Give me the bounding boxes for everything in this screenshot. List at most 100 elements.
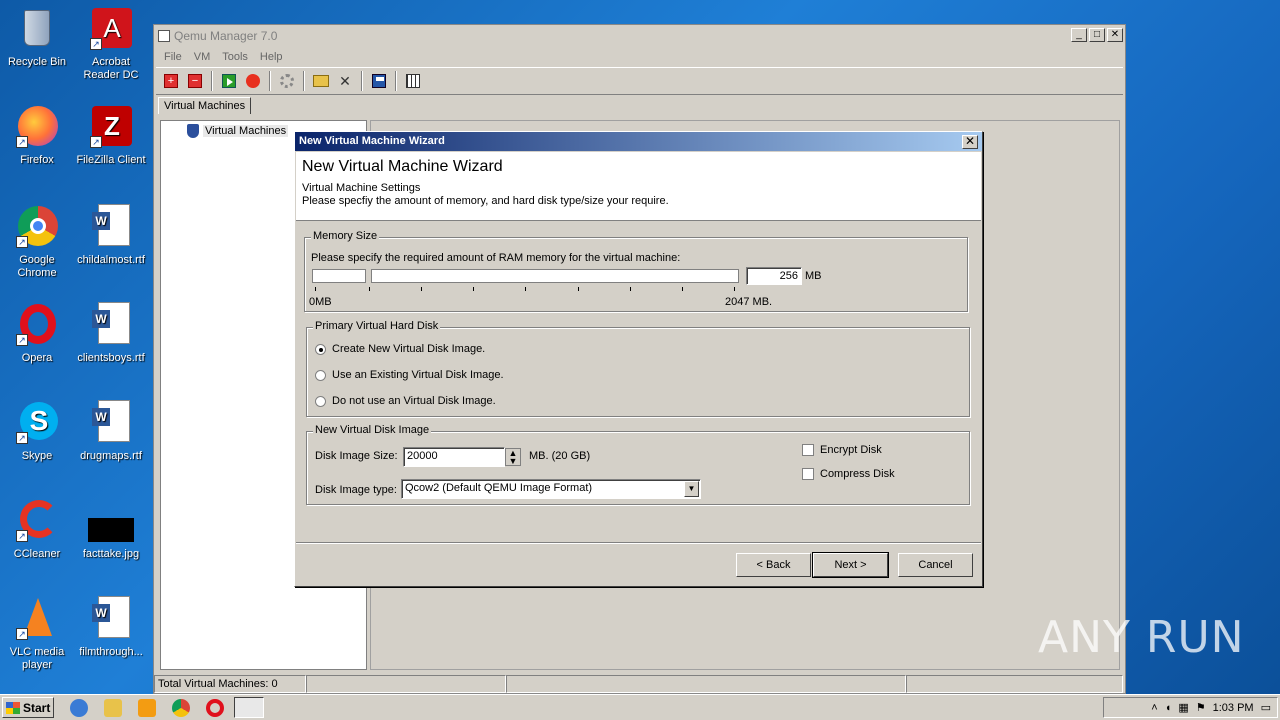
desktop-icon-label: clientsboys.rtf <box>77 352 145 364</box>
desktop-icon-filezilla[interactable]: Z ↗ FileZilla Client <box>74 104 148 167</box>
flag-icon[interactable]: ⚑ <box>1196 701 1206 714</box>
disk-size-input[interactable]: 20000 <box>403 447 505 467</box>
memory-prompt: Please specify the required amount of RA… <box>311 252 681 264</box>
tab-row: Virtual Machines <box>158 97 252 114</box>
start-button[interactable]: Start <box>2 697 54 718</box>
desktop-icon-label: facttake.jpg <box>82 548 140 560</box>
desktop-icon-ccleaner[interactable]: ↗ CCleaner <box>0 498 74 561</box>
radio-use-existing-disk[interactable]: Use an Existing Virtual Disk Image. <box>315 369 504 381</box>
menu-file[interactable]: File <box>158 51 188 63</box>
radio-circle[interactable] <box>315 395 326 407</box>
tools-icon[interactable]: ✕ <box>334 70 356 92</box>
minimize-button[interactable]: _ <box>1071 28 1087 42</box>
desktop-icon-childalmost[interactable]: W childalmost.rtf <box>74 204 148 267</box>
chevron-down-icon[interactable]: ▼ <box>684 481 699 497</box>
back-button[interactable]: < Back <box>736 553 811 577</box>
checkbox-compress-disk[interactable]: Compress Disk <box>802 468 895 480</box>
dialog-title-bar[interactable]: New Virtual Machine Wizard <box>295 132 982 151</box>
desktop-icon-opera[interactable]: ↗ Opera <box>0 302 74 365</box>
radio-no-disk[interactable]: Do not use an Virtual Disk Image. <box>315 395 496 407</box>
network-icon[interactable]: ▦ <box>1178 701 1188 714</box>
radio-label: Create New Virtual Disk Image. <box>332 343 486 355</box>
show-desktop-icon[interactable]: ▭ <box>1261 701 1271 714</box>
checkbox-label: Compress Disk <box>820 468 895 480</box>
desktop-icon-recycle-bin[interactable]: Recycle Bin <box>0 6 74 69</box>
tab-virtual-machines[interactable]: Virtual Machines <box>158 97 252 114</box>
slider-tick <box>682 287 683 291</box>
radio-create-new-disk[interactable]: Create New Virtual Disk Image. <box>315 343 485 355</box>
options-sliders-icon[interactable] <box>402 70 424 92</box>
dialog-heading: New Virtual Machine Wizard <box>302 158 503 175</box>
ccleaner-icon: ↗ <box>14 498 60 544</box>
desktop-icon-firefox[interactable]: ↗ Firefox <box>0 104 74 167</box>
desktop-icon-vlc[interactable]: ↗ VLC media player <box>0 596 74 672</box>
ie-icon[interactable] <box>70 699 88 717</box>
save-disk-icon[interactable] <box>368 70 390 92</box>
toolbar: + − ✕ <box>156 67 1123 95</box>
dialog-header: New Virtual Machine Wizard Virtual Machi… <box>296 152 981 221</box>
desktop-icon-skype[interactable]: S ↗ Skype <box>0 400 74 463</box>
explorer-folder-icon[interactable] <box>104 699 122 717</box>
primary-disk-group: Primary Virtual Hard Disk Create New Vir… <box>306 320 970 417</box>
slider-thumb[interactable] <box>312 269 366 283</box>
system-tray: ˄ ◖ ▦ ⚑ 1:03 PM ▭ <box>1103 697 1278 718</box>
disk-type-label: Disk Image type: <box>315 484 397 496</box>
checkbox-label: Encrypt Disk <box>820 444 882 456</box>
volume-icon[interactable]: ◖ <box>1165 702 1172 714</box>
radio-circle[interactable] <box>315 343 326 355</box>
menu-help[interactable]: Help <box>254 51 289 63</box>
disk-type-select[interactable]: Qcow2 (Default QEMU Image Format) <box>401 479 701 499</box>
qemu-manager-task-button[interactable] <box>234 697 264 718</box>
desktop-icon-label: Firefox <box>20 154 54 166</box>
chrome-taskbar-icon[interactable] <box>172 699 190 717</box>
desktop-icon-label: Opera <box>21 352 53 364</box>
settings-gear-icon[interactable] <box>276 70 298 92</box>
desktop-icon-facttake[interactable]: facttake.jpg <box>74 498 148 561</box>
checkbox-box[interactable] <box>802 468 814 480</box>
desktop-icon-label: filmthrough... <box>79 646 143 658</box>
checkbox-box[interactable] <box>802 444 814 456</box>
image-file-icon <box>88 498 134 544</box>
memory-value-input[interactable]: 256 <box>746 267 802 285</box>
opera-icon: ↗ <box>14 302 60 348</box>
slider-tick <box>473 287 474 291</box>
chevron-up-icon[interactable]: ˄ <box>1151 702 1157 714</box>
slider-tick <box>315 287 316 291</box>
tree-item-virtual-machines[interactable]: Virtual Machines <box>187 124 289 138</box>
slider-tick <box>525 287 526 291</box>
media-player-icon[interactable] <box>138 699 156 717</box>
status-bar: Total Virtual Machines: 0 <box>154 675 1125 693</box>
radio-circle[interactable] <box>315 369 326 381</box>
cancel-button[interactable]: Cancel <box>898 553 973 577</box>
desktop-icon-filmthrough[interactable]: W filmthrough... <box>74 596 148 659</box>
desktop-icon-label: FileZilla Client <box>76 154 146 166</box>
disk-size-hint: MB. (20 GB) <box>529 450 591 462</box>
menu-vm[interactable]: VM <box>188 51 217 63</box>
desktop-icon-clientsboys[interactable]: W clientsboys.rtf <box>74 302 148 365</box>
tree-item-label: Virtual Machines <box>203 125 289 137</box>
play-icon[interactable] <box>218 70 240 92</box>
desktop-icon-acrobat[interactable]: A ↗ Acrobat Reader DC <box>74 6 148 82</box>
delete-vm-icon[interactable]: − <box>184 70 206 92</box>
window-title: Qemu Manager 7.0 <box>174 29 278 43</box>
menu-tools[interactable]: Tools <box>216 51 254 63</box>
desktop-icon-label: childalmost.rtf <box>77 254 145 266</box>
stop-icon[interactable] <box>242 70 264 92</box>
checkbox-encrypt-disk[interactable]: Encrypt Disk <box>802 444 882 456</box>
window-title-bar[interactable]: Qemu Manager 7.0 <box>154 25 1125 47</box>
disk-size-spinner[interactable]: ▲ ▼ <box>505 448 521 466</box>
new-vm-icon[interactable]: + <box>160 70 182 92</box>
app-icon <box>158 30 170 42</box>
desktop-icon-chrome[interactable]: ↗ Google Chrome <box>0 204 74 280</box>
slider-tick <box>369 287 370 291</box>
next-button[interactable]: Next > <box>812 552 889 578</box>
desktop-icon-drugmaps[interactable]: W drugmaps.rtf <box>74 400 148 463</box>
opera-taskbar-icon[interactable] <box>206 699 224 717</box>
memory-slider-track[interactable] <box>371 269 739 283</box>
maximize-button[interactable]: □ <box>1089 28 1105 42</box>
open-folder-icon[interactable] <box>310 70 332 92</box>
clock[interactable]: 1:03 PM <box>1213 702 1254 714</box>
close-button[interactable]: ✕ <box>1107 28 1123 42</box>
dialog-close-icon[interactable]: ✕ <box>962 135 978 149</box>
window-controls: _ □ ✕ <box>1071 28 1123 42</box>
